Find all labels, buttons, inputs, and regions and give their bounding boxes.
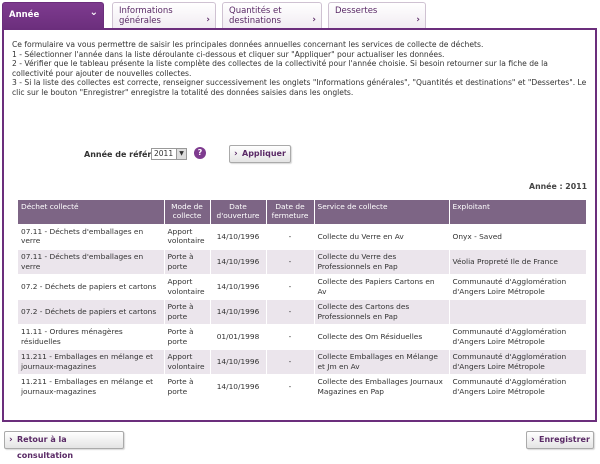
cell-date-ouverture: 14/10/1996 (210, 374, 267, 400)
table-row[interactable]: 11.211 - Emballages en mélange et journa… (18, 374, 587, 400)
cell-dechet: 07.11 - Déchets d'emballages en verre (18, 224, 165, 250)
cell-mode: Apport volontaire (164, 224, 211, 250)
table-row[interactable]: 07.2 - Déchets de papiers et cartons App… (18, 274, 587, 300)
cell-date-fermeture: - (266, 274, 315, 300)
tab-annee[interactable]: Année ⌄ (2, 2, 104, 30)
tab-informations-generales[interactable]: Informations générales › (112, 2, 216, 28)
cell-service: Collecte du Verre des Professionnels en … (314, 249, 450, 275)
cell-date-ouverture: 14/10/1996 (210, 349, 267, 375)
cell-mode: Apport volontaire (164, 349, 211, 375)
cell-exploitant: Véolia Propreté Ile de France (449, 249, 587, 275)
cell-date-ouverture: 14/10/1996 (210, 274, 267, 300)
cell-date-ouverture: 14/10/1996 (210, 299, 267, 325)
instruction-line: 2 - Vérifier que le tableau présente la … (12, 59, 548, 78)
cell-exploitant: Communauté d'Agglomération d'Angers Loir… (449, 349, 587, 375)
cell-dechet: 11.11 - Ordures ménagères résiduelles (18, 324, 165, 350)
cell-mode: Porte à porte (164, 299, 211, 325)
table-row[interactable]: 11.11 - Ordures ménagères résiduelles Po… (18, 324, 587, 350)
instruction-line: Ce formulaire va vous permettre de saisi… (12, 40, 484, 49)
cell-date-fermeture: - (266, 324, 315, 350)
cell-service: Collecte des Om Résiduelles (314, 324, 450, 350)
cell-date-fermeture: - (266, 224, 315, 250)
cell-date-ouverture: 14/10/1996 (210, 224, 267, 250)
chevron-right-icon: › (312, 15, 316, 25)
column-header: Mode de collecte (164, 200, 211, 224)
apply-button-label: Appliquer (242, 149, 286, 158)
year-summary: Année : 2011 (529, 182, 587, 191)
table-row[interactable]: 07.2 - Déchets de papiers et cartons Por… (18, 299, 587, 325)
column-header: Date de fermeture (266, 200, 315, 224)
chevron-right-icon: › (206, 15, 210, 25)
cell-exploitant: Communauté d'Agglomération d'Angers Loir… (449, 324, 587, 350)
cell-exploitant (449, 299, 587, 325)
instructions: Ce formulaire va vous permettre de saisi… (12, 40, 587, 98)
column-header: Déchet collecté (18, 200, 165, 224)
main-panel: Ce formulaire va vous permettre de saisi… (2, 28, 597, 422)
cell-dechet: 07.11 - Déchets d'emballages en verre (18, 249, 165, 275)
year-select-value: 2011 (154, 149, 174, 158)
back-button-label: Retour à la consultation (17, 435, 74, 460)
instruction-line: 3 - Si la liste des collectes est correc… (12, 78, 587, 97)
cell-exploitant: Onyx - Saved (449, 224, 587, 250)
table-row[interactable]: 07.11 - Déchets d'emballages en verre Po… (18, 249, 587, 275)
save-button[interactable]: › Enregistrer (526, 431, 594, 449)
column-header: Date d'ouverture (210, 200, 267, 224)
cell-service: Collecte des Papiers Cartons en Av (314, 274, 450, 300)
tab-label: Informations générales (119, 6, 173, 26)
tab-label: Quantités et destinations (229, 6, 282, 26)
column-header: Exploitant (449, 200, 587, 224)
tab-label: Dessertes (335, 6, 378, 16)
tab-quantites-destinations[interactable]: Quantités et destinations › (222, 2, 322, 28)
cell-exploitant: Communauté d'Agglomération d'Angers Loir… (449, 274, 587, 300)
cell-exploitant: Communauté d'Agglomération d'Angers Loir… (449, 374, 587, 400)
cell-dechet: 07.2 - Déchets de papiers et cartons (18, 274, 165, 300)
chevron-right-icon: › (416, 15, 420, 25)
save-button-label: Enregistrer (539, 435, 590, 444)
cell-date-ouverture: 14/10/1996 (210, 249, 267, 275)
cell-date-fermeture: - (266, 299, 315, 325)
dropdown-arrow-icon: ▼ (176, 149, 186, 159)
chevron-down-icon: ⌄ (89, 7, 98, 18)
cell-mode: Porte à porte (164, 324, 211, 350)
help-icon[interactable]: ? (194, 147, 206, 159)
apply-button[interactable]: › Appliquer (229, 145, 291, 163)
cell-service: Collecte des Emballages Journaux Magazin… (314, 374, 450, 400)
cell-date-fermeture: - (266, 349, 315, 375)
table-row[interactable]: 11.211 - Emballages en mélange et journa… (18, 349, 587, 375)
cell-mode: Porte à porte (164, 249, 211, 275)
cell-mode: Porte à porte (164, 374, 211, 400)
chevron-right-icon: › (531, 435, 535, 445)
table-header-row: Déchet collecté Mode de collecte Date d'… (18, 200, 587, 224)
cell-date-fermeture: - (266, 249, 315, 275)
chevron-right-icon: › (234, 149, 238, 159)
cell-service: Collecte du Verre en Av (314, 224, 450, 250)
column-header: Service de collecte (314, 200, 450, 224)
cell-date-fermeture: - (266, 374, 315, 400)
chevron-right-icon: › (9, 435, 13, 445)
table-row[interactable]: 07.11 - Déchets d'emballages en verre Ap… (18, 224, 587, 250)
year-select[interactable]: 2011 ▼ (151, 148, 187, 160)
cell-mode: Apport volontaire (164, 274, 211, 300)
tab-bar: Année ⌄ Informations générales › Quantit… (2, 2, 598, 30)
instruction-line: 1 - Sélectionner l'année dans la liste d… (12, 49, 445, 59)
tab-label: Année (9, 10, 40, 20)
tab-dessertes[interactable]: Dessertes › (328, 2, 426, 28)
collection-table: Déchet collecté Mode de collecte Date d'… (18, 200, 587, 400)
cell-dechet: 07.2 - Déchets de papiers et cartons (18, 299, 165, 325)
cell-dechet: 11.211 - Emballages en mélange et journa… (18, 374, 165, 400)
cell-service: Collecte des Cartons des Professionnels … (314, 299, 450, 325)
back-to-consultation-button[interactable]: › Retour à la consultation (4, 431, 124, 460)
cell-service: Collecte Emballages en Mélange et Jm en … (314, 349, 450, 375)
cell-date-ouverture: 01/01/1998 (210, 324, 267, 350)
cell-dechet: 11.211 - Emballages en mélange et journa… (18, 349, 165, 375)
